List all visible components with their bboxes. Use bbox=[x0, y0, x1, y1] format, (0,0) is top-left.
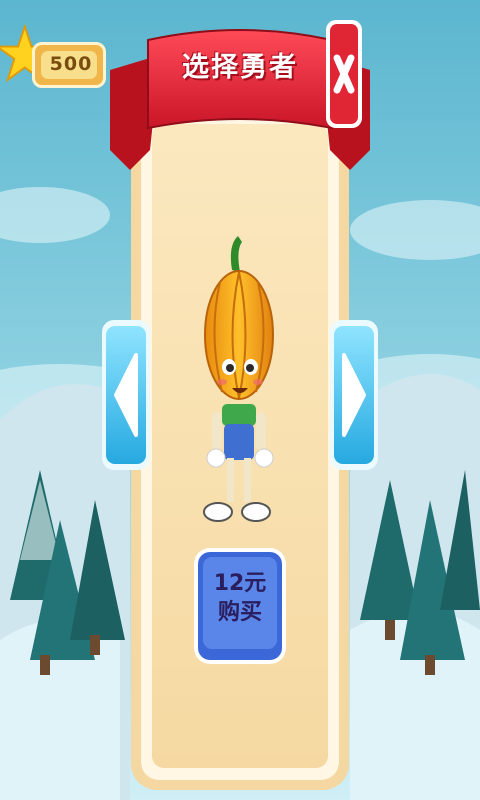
star-count: 500 bbox=[49, 53, 93, 75]
page-title: 选择勇者 bbox=[182, 52, 298, 83]
prev-hero-button[interactable] bbox=[102, 320, 150, 470]
close-button[interactable] bbox=[326, 20, 362, 128]
game-scene bbox=[0, 0, 480, 800]
buy-action-label: 购买 bbox=[217, 600, 262, 625]
star-counter: 500 bbox=[12, 30, 106, 102]
next-hero-button[interactable] bbox=[330, 320, 378, 470]
buy-price-label: 12元 bbox=[213, 571, 267, 596]
